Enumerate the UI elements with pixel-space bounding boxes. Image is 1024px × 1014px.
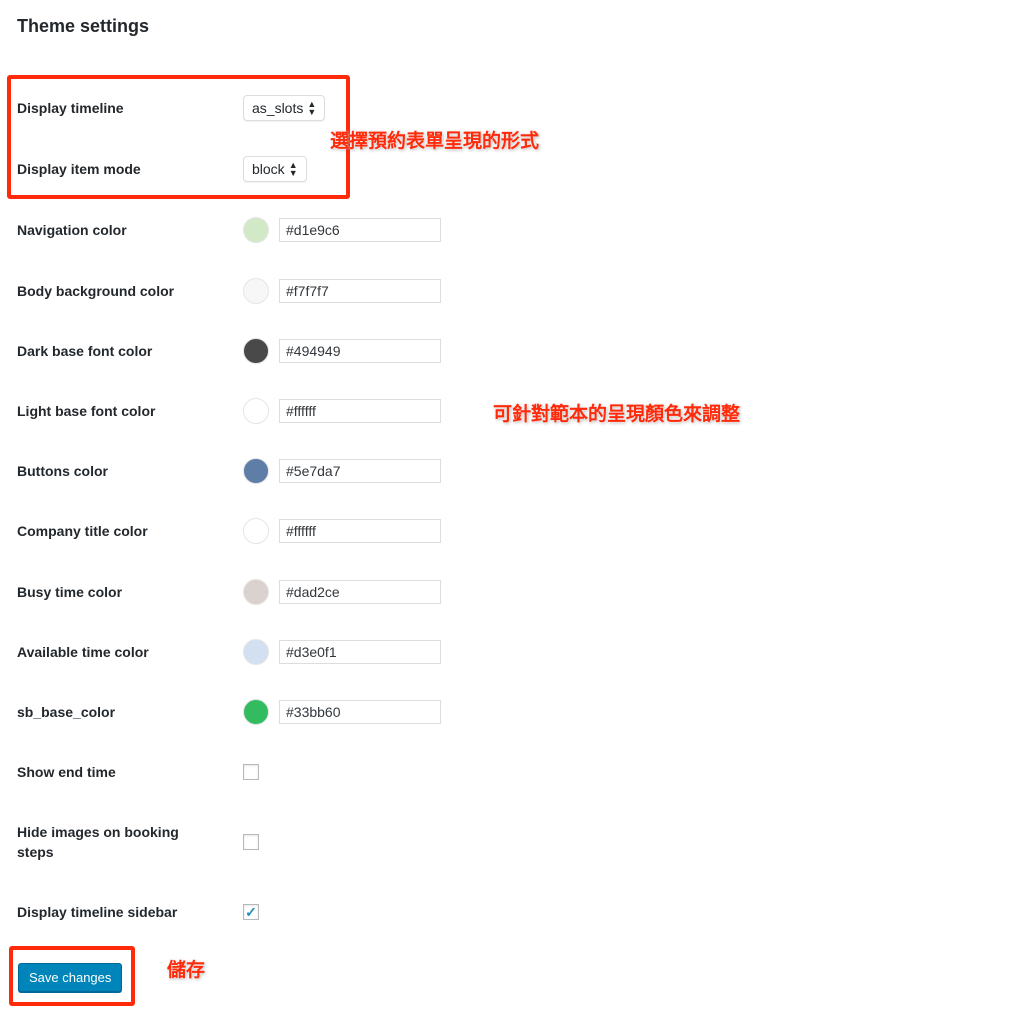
color-hex-input[interactable]	[279, 279, 441, 303]
color-hex-input[interactable]	[279, 459, 441, 483]
color-hex-input[interactable]	[279, 339, 441, 363]
select-arrows-icon: ▲ ▼	[288, 160, 298, 178]
select-row: Display item mode block ▲ ▼	[17, 154, 457, 184]
select-dropdown[interactable]: block ▲ ▼	[243, 156, 307, 182]
checkbox-row: Display timeline sidebar ✓	[17, 897, 457, 927]
color-row: Navigation color	[17, 215, 457, 245]
color-row: Company title color	[17, 516, 457, 546]
color-row: Available time color	[17, 637, 457, 667]
select-value: as_slots	[252, 100, 304, 116]
color-swatch[interactable]	[243, 398, 269, 424]
field-label: Company title color	[17, 523, 148, 539]
field-label: sb_base_color	[17, 704, 116, 720]
color-row: sb_base_color	[17, 697, 457, 727]
color-row: Buttons color	[17, 456, 457, 486]
color-swatch[interactable]	[243, 639, 269, 665]
color-row: Dark base font color	[17, 336, 457, 366]
color-hex-input[interactable]	[279, 700, 441, 724]
checkbox[interactable]	[243, 834, 259, 850]
field-label: Available time color	[17, 644, 149, 660]
checkbox[interactable]	[243, 764, 259, 780]
color-swatch[interactable]	[243, 458, 269, 484]
color-swatch[interactable]	[243, 338, 269, 364]
color-hex-input[interactable]	[279, 218, 441, 242]
select-value: block	[252, 161, 285, 177]
field-label: Hide images on booking steps	[17, 824, 179, 860]
annotation-select: 選擇預約表單呈現的形式	[330, 131, 540, 152]
field-label: Busy time color	[17, 584, 123, 600]
color-row: Light base font color	[17, 396, 457, 426]
color-hex-input[interactable]	[279, 640, 441, 664]
checkbox[interactable]: ✓	[243, 904, 259, 920]
color-swatch[interactable]	[243, 518, 269, 544]
field-label: Dark base font color	[17, 343, 153, 359]
checkbox-row: Hide images on booking steps	[17, 824, 457, 860]
color-hex-input[interactable]	[279, 580, 441, 604]
color-swatch[interactable]	[243, 278, 269, 304]
field-label: Buttons color	[17, 463, 108, 479]
color-hex-input[interactable]	[279, 519, 441, 543]
save-changes-button[interactable]: Save changes	[18, 963, 123, 992]
field-label: Display item mode	[17, 161, 141, 177]
field-label: Body background color	[17, 283, 175, 299]
select-dropdown[interactable]: as_slots ▲ ▼	[243, 95, 326, 121]
color-row: Busy time color	[17, 577, 457, 607]
annotation-save: 儲存	[167, 960, 206, 981]
field-label: Light base font color	[17, 403, 156, 419]
color-swatch[interactable]	[243, 579, 269, 605]
field-label: Display timeline sidebar	[17, 904, 178, 920]
color-swatch[interactable]	[243, 217, 269, 243]
select-arrows-icon: ▲ ▼	[307, 99, 317, 117]
field-label: Display timeline	[17, 100, 124, 116]
select-row: Display timeline as_slots ▲ ▼	[17, 93, 457, 123]
color-hex-input[interactable]	[279, 399, 441, 423]
color-swatch[interactable]	[243, 699, 269, 725]
page-title: Theme settings	[17, 16, 150, 36]
checkmark-icon: ✓	[245, 903, 257, 920]
field-label: Navigation color	[17, 222, 127, 238]
annotation-colors: 可針對範本的呈現顏色來調整	[493, 404, 741, 425]
field-label: Show end time	[17, 764, 116, 780]
color-row: Body background color	[17, 276, 457, 306]
checkbox-row: Show end time	[17, 757, 457, 787]
